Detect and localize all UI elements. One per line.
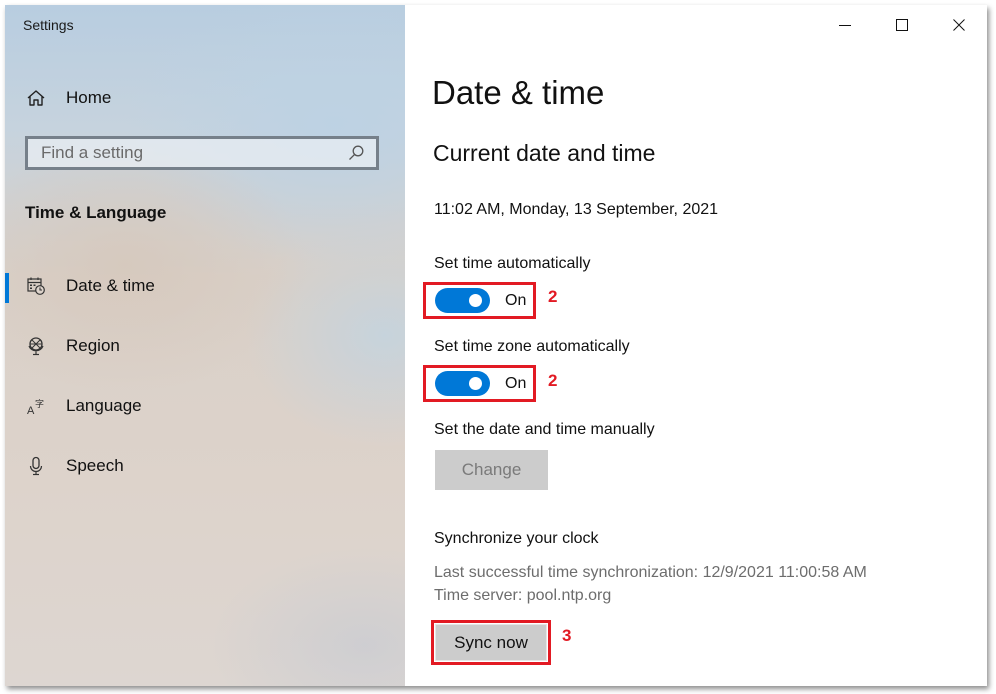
window-controls (816, 5, 987, 45)
search-box[interactable] (25, 136, 379, 170)
annotation-number: 3 (562, 626, 572, 645)
toggle-state-label: On (505, 374, 527, 392)
sidebar-item-label: Region (66, 336, 120, 355)
globe-icon (25, 335, 47, 357)
last-sync-text: Last successful time synchronization: 12… (434, 564, 867, 581)
svg-text:字: 字 (35, 398, 44, 410)
minimize-icon (838, 25, 851, 26)
sidebar-item-language[interactable]: A字 Language (5, 387, 405, 425)
search-input[interactable] (28, 138, 345, 168)
app-title: Settings (23, 17, 74, 33)
maximize-button[interactable] (873, 5, 930, 45)
set-time-auto-highlight: On (423, 282, 536, 319)
calendar-clock-icon (25, 275, 47, 297)
language-icon: A字 (25, 395, 47, 417)
sidebar-item-label: Language (66, 396, 142, 415)
toggle-state-label: On (505, 291, 527, 309)
nav-home-label: Home (66, 88, 112, 107)
set-timezone-auto-toggle[interactable] (435, 371, 490, 396)
sidebar-item-speech[interactable]: Speech (5, 447, 405, 485)
svg-text:A: A (27, 405, 35, 416)
page-title: Date & time (432, 74, 605, 111)
section-heading: Current date and time (433, 140, 656, 166)
set-timezone-auto-label: Set time zone automatically (434, 338, 630, 355)
close-icon (952, 19, 965, 31)
set-time-auto-toggle[interactable] (435, 288, 490, 313)
sidebar-item-date-time[interactable]: Date & time (5, 267, 405, 305)
settings-window: Settings Home Time & Language Date & tim… (5, 5, 987, 686)
current-datetime: 11:02 AM, Monday, 13 September, 2021 (434, 201, 719, 218)
sync-now-highlight: Sync now (431, 620, 551, 665)
sidebar: Settings Home Time & Language Date & tim… (5, 5, 405, 686)
maximize-icon (895, 19, 908, 31)
search-icon[interactable] (345, 142, 367, 164)
toggle-knob (469, 294, 482, 307)
sidebar-item-region[interactable]: Region (5, 327, 405, 365)
annotation-number: 2 (548, 287, 558, 306)
toggle-knob (469, 377, 482, 390)
change-button[interactable]: Change (435, 450, 548, 490)
sync-clock-title: Synchronize your clock (434, 530, 599, 547)
sidebar-item-label: Date & time (66, 276, 155, 295)
sidebar-item-label: Speech (66, 456, 124, 475)
home-icon (25, 87, 47, 109)
main-panel: Date & time Current date and time 11:02 … (405, 5, 987, 686)
set-timezone-auto-highlight: On (423, 365, 536, 402)
set-time-auto-label: Set time automatically (434, 255, 591, 272)
nav-list: Date & time Region A字 Language Speech (5, 267, 405, 507)
microphone-icon (25, 455, 47, 477)
section-title: Time & Language (25, 203, 167, 222)
sync-now-button[interactable]: Sync now (435, 624, 547, 661)
time-server-text: Time server: pool.ntp.org (434, 587, 612, 604)
manual-datetime-label: Set the date and time manually (434, 421, 655, 438)
close-button[interactable] (930, 5, 987, 45)
annotation-number: 2 (548, 371, 558, 390)
minimize-button[interactable] (816, 5, 873, 45)
nav-home[interactable]: Home (23, 83, 383, 113)
